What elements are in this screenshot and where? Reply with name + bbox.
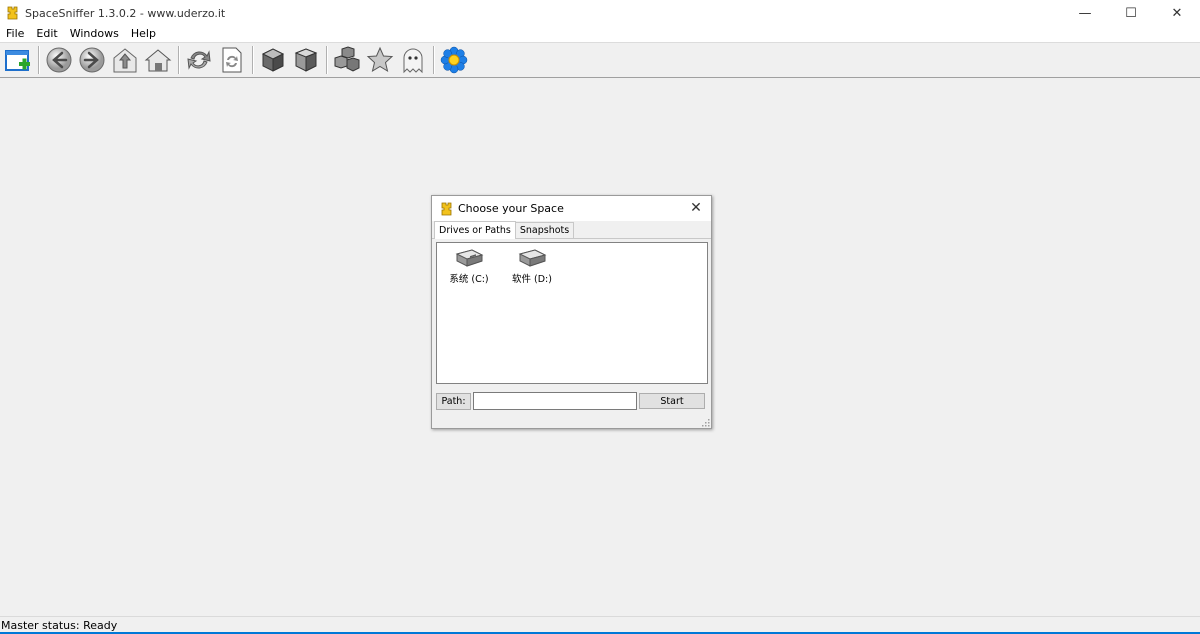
drive-item-c[interactable]: 系统 (C:)	[441, 248, 497, 285]
home-button[interactable]	[142, 45, 173, 76]
toolbar-separator	[38, 46, 40, 74]
path-label-button[interactable]: Path:	[436, 392, 471, 410]
menu-file[interactable]: File	[0, 26, 30, 42]
hard-drive-icon	[518, 249, 547, 267]
drive-item-d[interactable]: 软件 (D:)	[504, 248, 560, 285]
tab-snapshots[interactable]: Snapshots	[514, 222, 575, 238]
menu-edit[interactable]: Edit	[30, 26, 63, 42]
dialog-status-strip	[432, 416, 711, 428]
back-icon	[46, 47, 71, 73]
drive-label-d: 软件 (D:)	[512, 274, 552, 285]
minimize-button[interactable]: —	[1062, 0, 1108, 26]
close-button[interactable]: ✕	[1154, 0, 1200, 26]
new-window-icon	[4, 50, 30, 71]
cube-shaded-button[interactable]	[290, 45, 321, 76]
tab-drives-or-paths[interactable]: Drives or Paths	[434, 221, 516, 239]
hard-drive-icon	[455, 249, 484, 267]
forward-icon	[79, 47, 104, 73]
spacesniffer-app-icon	[439, 202, 453, 216]
dialog-titlebar: Choose your Space ✕	[432, 196, 711, 221]
toolbar-separator	[252, 46, 254, 74]
menu-bar: File Edit Windows Help	[0, 26, 1200, 43]
drive-label-c: 系统 (C:)	[449, 274, 489, 285]
menu-help[interactable]: Help	[125, 26, 162, 42]
blocks-button[interactable]	[331, 45, 362, 76]
path-row: Path: Start	[436, 392, 708, 410]
window-controls: — ☐ ✕	[1062, 0, 1200, 26]
cube-shaded-icon	[294, 48, 317, 72]
star-icon	[366, 46, 393, 73]
drive-list: 系统 (C:) 软件 (D:)	[436, 242, 708, 384]
cube-button[interactable]	[257, 45, 288, 76]
refresh-icon	[186, 50, 211, 70]
up-folder-button[interactable]	[109, 45, 140, 76]
dialog-tabs: Drives or Paths Snapshots	[432, 221, 711, 239]
blocks-icon	[334, 46, 359, 72]
home-icon	[144, 49, 171, 72]
master-status-text: Master status: Ready	[1, 619, 118, 632]
refresh-document-icon	[222, 47, 241, 73]
toolbar-separator	[326, 46, 328, 74]
cube-icon	[261, 48, 284, 72]
refresh-document-button[interactable]	[216, 45, 247, 76]
new-window-button[interactable]	[2, 45, 33, 76]
settings-button[interactable]	[438, 45, 469, 76]
start-button[interactable]: Start	[639, 393, 705, 409]
dialog-close-button[interactable]: ✕	[687, 199, 705, 217]
ghost-button[interactable]	[397, 45, 428, 76]
forward-button[interactable]	[76, 45, 107, 76]
resize-grip-icon[interactable]	[702, 419, 710, 427]
toolbar	[0, 43, 1200, 78]
toolbar-separator	[433, 46, 435, 74]
up-folder-icon	[113, 48, 136, 73]
path-input[interactable]	[473, 392, 637, 410]
toolbar-separator	[178, 46, 180, 74]
refresh-button[interactable]	[183, 45, 214, 76]
menu-windows[interactable]: Windows	[64, 26, 125, 42]
maximize-button[interactable]: ☐	[1108, 0, 1154, 26]
window-title: SpaceSniffer 1.3.0.2 - www.uderzo.it	[25, 6, 226, 20]
star-button[interactable]	[364, 45, 395, 76]
ghost-icon	[403, 48, 422, 74]
spacesniffer-app-icon	[5, 6, 19, 20]
window-titlebar: SpaceSniffer 1.3.0.2 - www.uderzo.it — ☐…	[0, 0, 1200, 26]
back-button[interactable]	[43, 45, 74, 76]
choose-space-dialog: Choose your Space ✕ Drives or Paths Snap…	[431, 195, 712, 429]
settings-flower-icon	[440, 46, 467, 74]
dialog-title: Choose your Space	[458, 202, 564, 215]
